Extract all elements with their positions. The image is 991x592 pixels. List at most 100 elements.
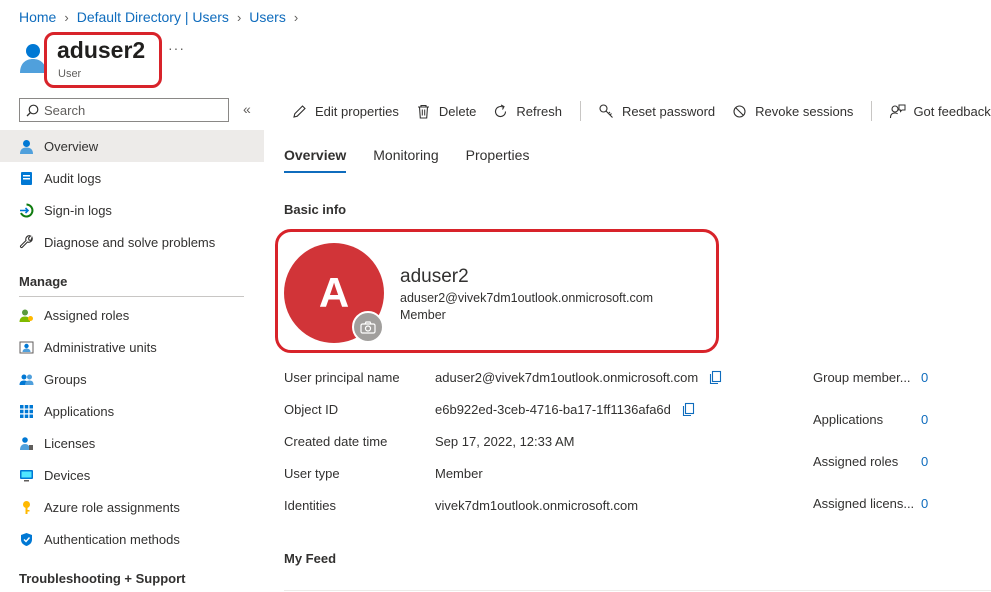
roles-icon (19, 309, 33, 322)
block-icon (733, 104, 746, 118)
sidebar-item-label: Groups (44, 371, 87, 387)
licenses-icon (20, 436, 33, 450)
sidebar-item-label: Applications (44, 403, 115, 419)
object-id-value: e6b922ed-3ceb-4716-ba17-1ff1136afa6d (435, 402, 696, 417)
wrench-icon (19, 234, 33, 248)
applications-count[interactable]: 0 (921, 412, 928, 427)
reset-password-label: Reset password (621, 103, 716, 119)
search-icon (26, 104, 39, 116)
breadcrumb-users[interactable]: Users (249, 9, 286, 25)
sidebar-item-label: Assigned roles (44, 307, 130, 323)
camera-icon (360, 320, 376, 334)
sidebar-item-label: Administrative units (44, 339, 157, 355)
admin-units-icon (19, 341, 34, 353)
edit-properties-button[interactable]: Edit properties (291, 103, 399, 120)
sidebar-item-authentication-methods[interactable]: Authentication methods (0, 523, 264, 555)
change-photo-button[interactable] (352, 311, 384, 343)
assigned-roles-count[interactable]: 0 (921, 454, 928, 469)
applications-label: Applications (813, 412, 884, 427)
tab-properties[interactable]: Properties (466, 147, 530, 173)
edit-properties-label: Edit properties (315, 103, 399, 119)
sidebar-item-groups[interactable]: Groups (0, 363, 264, 395)
created-date-value: Sep 17, 2022, 12:33 AM (435, 434, 575, 449)
feedback-button[interactable]: Got feedback? (889, 103, 991, 120)
sidebar-heading-troubleshooting: Troubleshooting + Support (19, 571, 186, 586)
sidebar-item-audit-logs[interactable]: Audit logs (0, 162, 264, 194)
sign-in-icon (20, 203, 34, 217)
sidebar-item-label: Azure role assignments (44, 499, 180, 515)
upn-label: User principal name (284, 370, 400, 385)
basic-info-heading: Basic info (284, 202, 347, 217)
revoke-sessions-label: Revoke sessions (755, 103, 854, 119)
group-memberships-count[interactable]: 0 (921, 370, 928, 385)
user-type-label: User type (284, 466, 340, 481)
object-id-label: Object ID (284, 402, 339, 417)
upn-value: aduser2@vivek7dm1outlook.onmicrosoft.com (435, 370, 723, 385)
tab-monitoring[interactable]: Monitoring (373, 147, 438, 173)
sidebar-item-label: Sign-in logs (44, 202, 112, 218)
command-bar: Edit properties Delete Refresh Reset pas… (291, 100, 991, 122)
assigned-licenses-count[interactable]: 0 (921, 496, 928, 511)
user-type-value: Member (435, 466, 483, 481)
user-email: aduser2@vivek7dm1outlook.onmicrosoft.com (400, 291, 654, 305)
breadcrumb-directory-users[interactable]: Default Directory | Users (77, 9, 229, 25)
reset-password-button[interactable]: Reset password (598, 103, 715, 120)
identities-link[interactable]: vivek7dm1outlook.onmicrosoft.com (435, 498, 638, 513)
delete-label: Delete (438, 103, 477, 119)
upn-text: aduser2@vivek7dm1outlook.onmicrosoft.com (435, 370, 699, 385)
feedback-icon (890, 104, 906, 118)
identities-label: Identities (284, 498, 337, 513)
refresh-label: Refresh (516, 103, 562, 119)
search-input[interactable] (44, 102, 214, 118)
user-icon (20, 139, 33, 154)
collapse-sidebar-button[interactable]: « (243, 101, 251, 117)
sidebar-item-azure-role-assignments[interactable]: Azure role assignments (0, 491, 264, 523)
shield-icon (21, 532, 32, 546)
chevron-right-icon: › (64, 9, 69, 25)
sidebar-item-label: Diagnose and solve problems (44, 234, 216, 250)
tab-overview[interactable]: Overview (284, 147, 347, 173)
feedback-label: Got feedback? (913, 103, 991, 119)
sidebar-item-administrative-units[interactable]: Administrative units (0, 331, 264, 363)
sidebar-heading-manage: Manage (19, 274, 68, 289)
sidebar-item-label: Audit logs (44, 170, 102, 186)
sidebar-item-label: Devices (44, 467, 91, 483)
copy-icon[interactable] (681, 402, 696, 417)
tab-bar: Overview Monitoring Properties (284, 147, 529, 173)
user-type: Member (400, 308, 446, 322)
toolbar-divider (871, 101, 873, 121)
toolbar-divider (579, 101, 581, 121)
sidebar-item-assigned-roles[interactable]: Assigned roles (0, 299, 264, 331)
sidebar-item-overview[interactable]: Overview (0, 130, 264, 162)
search-box (19, 98, 229, 122)
assigned-licenses-label: Assigned licens... (813, 496, 915, 511)
sidebar-item-devices[interactable]: Devices (0, 459, 264, 491)
applications-icon (20, 404, 33, 418)
chevron-right-icon: › (236, 9, 242, 25)
page-title: aduser2 (57, 37, 146, 63)
more-options-button[interactable]: ··· (168, 40, 185, 56)
object-id-text: e6b922ed-3ceb-4716-ba17-1ff1136afa6d (435, 402, 671, 417)
breadcrumb-home[interactable]: Home (19, 9, 56, 25)
pencil-icon (293, 104, 306, 118)
sidebar-divider (19, 296, 244, 297)
sidebar-item-diagnose[interactable]: Diagnose and solve problems (0, 226, 264, 258)
sidebar-item-sign-in-logs[interactable]: Sign-in logs (0, 194, 264, 226)
user-icon (20, 44, 46, 73)
sidebar-item-applications[interactable]: Applications (0, 395, 264, 427)
refresh-icon (495, 104, 507, 117)
trash-icon (417, 104, 429, 119)
devices-icon (20, 469, 33, 481)
audit-log-icon (21, 171, 32, 185)
sidebar-item-label: Licenses (44, 435, 96, 451)
revoke-sessions-button[interactable]: Revoke sessions (731, 103, 853, 120)
refresh-button[interactable]: Refresh (492, 103, 562, 120)
delete-button[interactable]: Delete (415, 103, 477, 120)
user-display-name: aduser2 (400, 266, 469, 287)
sidebar-item-licenses[interactable]: Licenses (0, 427, 264, 459)
sidebar-item-label: Overview (44, 138, 99, 154)
key-icon (599, 103, 613, 118)
created-date-label: Created date time (284, 434, 388, 449)
sidebar-item-label: Authentication methods (44, 531, 180, 547)
copy-icon[interactable] (708, 370, 723, 385)
